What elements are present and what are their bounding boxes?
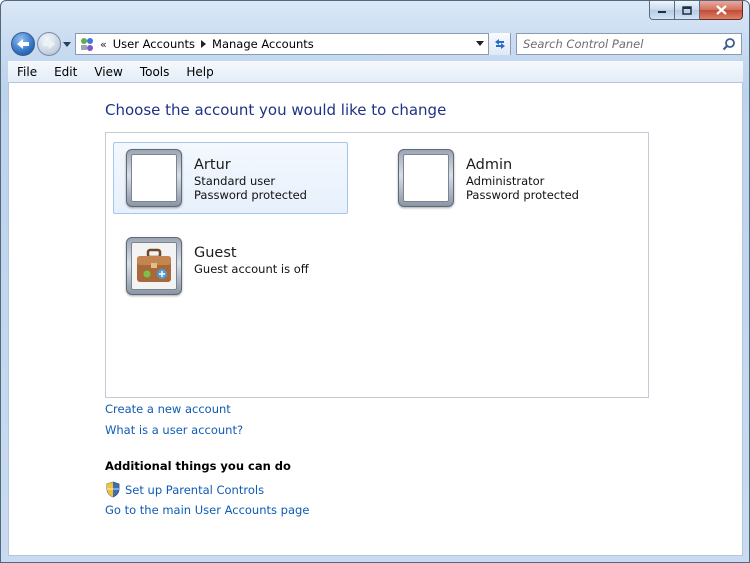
back-button[interactable]: [11, 32, 35, 56]
account-artur[interactable]: Artur Standard user Password protected: [113, 142, 348, 214]
account-status: Guest account is off: [194, 262, 309, 276]
menu-file[interactable]: File: [8, 65, 45, 79]
maximize-icon: [682, 5, 692, 15]
content-area: Choose the account you would like to cha…: [8, 83, 743, 556]
minimize-icon: [658, 11, 666, 13]
main-user-accounts-link[interactable]: Go to the main User Accounts page: [105, 503, 309, 517]
close-button[interactable]: [700, 1, 743, 20]
refresh-icon: [494, 39, 505, 49]
create-account-link[interactable]: Create a new account: [105, 402, 231, 416]
address-bar[interactable]: « User Accounts Manage Accounts: [75, 33, 511, 55]
account-status: Password protected: [194, 188, 307, 202]
breadcrumb-manage-accounts[interactable]: Manage Accounts: [212, 37, 314, 51]
account-status: Password protected: [466, 188, 579, 202]
what-is-account-link[interactable]: What is a user account?: [105, 423, 243, 437]
account-name: Guest: [194, 245, 237, 261]
account-details: Admin Administrator Password protected: [466, 156, 579, 202]
shield-icon: [106, 481, 120, 498]
accounts-panel: Artur Standard user Password protected A…: [105, 132, 649, 398]
account-picture: [126, 149, 182, 207]
refresh-button[interactable]: [488, 33, 510, 55]
search-input[interactable]: [523, 35, 719, 53]
menu-bar: File Edit View Tools Help: [8, 61, 743, 83]
account-picture: [126, 237, 182, 295]
address-dropdown-icon[interactable]: [476, 41, 484, 46]
menu-view[interactable]: View: [85, 65, 130, 79]
account-type: Administrator: [466, 174, 545, 188]
recent-pages-dropdown[interactable]: [62, 39, 72, 49]
account-details: Guest Guest account is off: [194, 244, 309, 276]
page-title: Choose the account you would like to cha…: [105, 101, 447, 119]
search-box[interactable]: [516, 33, 742, 55]
account-picture: [398, 149, 454, 207]
forward-arrow-icon: [43, 39, 55, 49]
account-guest[interactable]: Guest Guest account is off: [113, 230, 348, 302]
account-details: Artur Standard user Password protected: [194, 156, 307, 202]
account-name: Artur: [194, 157, 231, 173]
guest-picture: [131, 242, 177, 290]
maximize-button[interactable]: [675, 1, 700, 20]
briefcase-icon: [137, 248, 171, 282]
account-admin[interactable]: Admin Administrator Password protected: [385, 142, 620, 214]
additional-heading: Additional things you can do: [105, 459, 291, 473]
chevron-down-icon: [63, 41, 71, 47]
menu-help[interactable]: Help: [177, 65, 221, 79]
menu-tools[interactable]: Tools: [131, 65, 178, 79]
control-panel-icon: [81, 38, 93, 51]
blank-picture-icon: [403, 154, 449, 202]
breadcrumb-user-accounts[interactable]: User Accounts: [113, 37, 195, 51]
parental-controls-row: Set up Parental Controls: [105, 481, 264, 498]
account-name: Admin: [466, 157, 513, 173]
caption-buttons: [649, 1, 743, 20]
parental-controls-link[interactable]: Set up Parental Controls: [125, 483, 264, 497]
minimize-button[interactable]: [649, 1, 675, 20]
search-icon[interactable]: [722, 37, 736, 51]
breadcrumb-separator-icon[interactable]: [201, 40, 207, 48]
blank-picture-icon: [131, 154, 177, 202]
window: « User Accounts Manage Accounts File Edi…: [0, 0, 750, 563]
breadcrumb-overflow[interactable]: «: [100, 38, 107, 51]
forward-button[interactable]: [37, 32, 61, 56]
back-arrow-icon: [17, 39, 29, 49]
close-icon: [715, 5, 727, 15]
account-type: Standard user: [194, 174, 276, 188]
menu-edit[interactable]: Edit: [45, 65, 85, 79]
